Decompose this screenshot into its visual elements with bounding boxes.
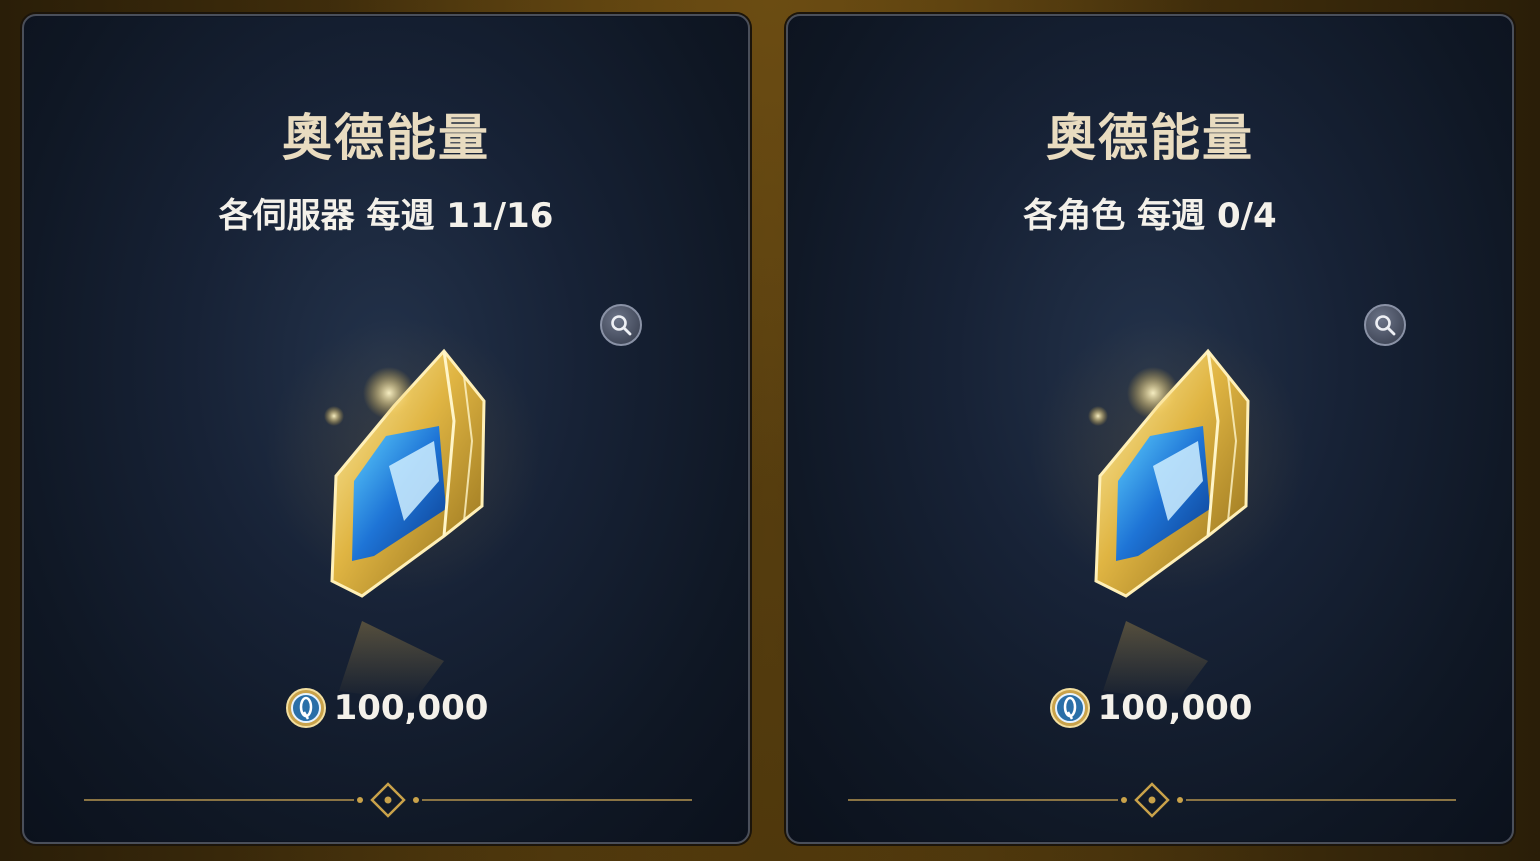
price-row: 100,000 [24,684,748,732]
shop-item-card[interactable]: 奧德能量 各角色 每週 0/4 100,000 [786,14,1514,844]
currency-coin-icon [285,688,326,728]
shop-item-card[interactable]: 奧德能量 各伺服器 每週 11/16 100,000 [22,14,750,844]
item-title: 奧德能量 [282,109,490,167]
energy-crystal-icon [1088,348,1250,701]
ornament-divider [84,782,692,818]
magnifier-icon [1375,315,1396,336]
shop-panel: 奧德能量 各伺服器 每週 11/16 100,000 奧德能量 各角色 每週 0… [0,0,1540,861]
price-row: 100,000 [788,684,1512,732]
ornament-divider [848,782,1456,818]
magnifier-icon [611,315,632,336]
item-title: 奧德能量 [1046,109,1254,167]
price-value: 100,000 [333,688,489,728]
purchase-limit: 各伺服器 每週 11/16 [218,196,554,236]
price-value: 100,000 [1097,688,1253,728]
currency-coin-icon [1049,688,1090,728]
zoom-button[interactable] [1364,304,1406,346]
zoom-button[interactable] [600,304,642,346]
energy-crystal-icon [324,348,486,701]
purchase-limit: 各角色 每週 0/4 [1023,196,1277,236]
